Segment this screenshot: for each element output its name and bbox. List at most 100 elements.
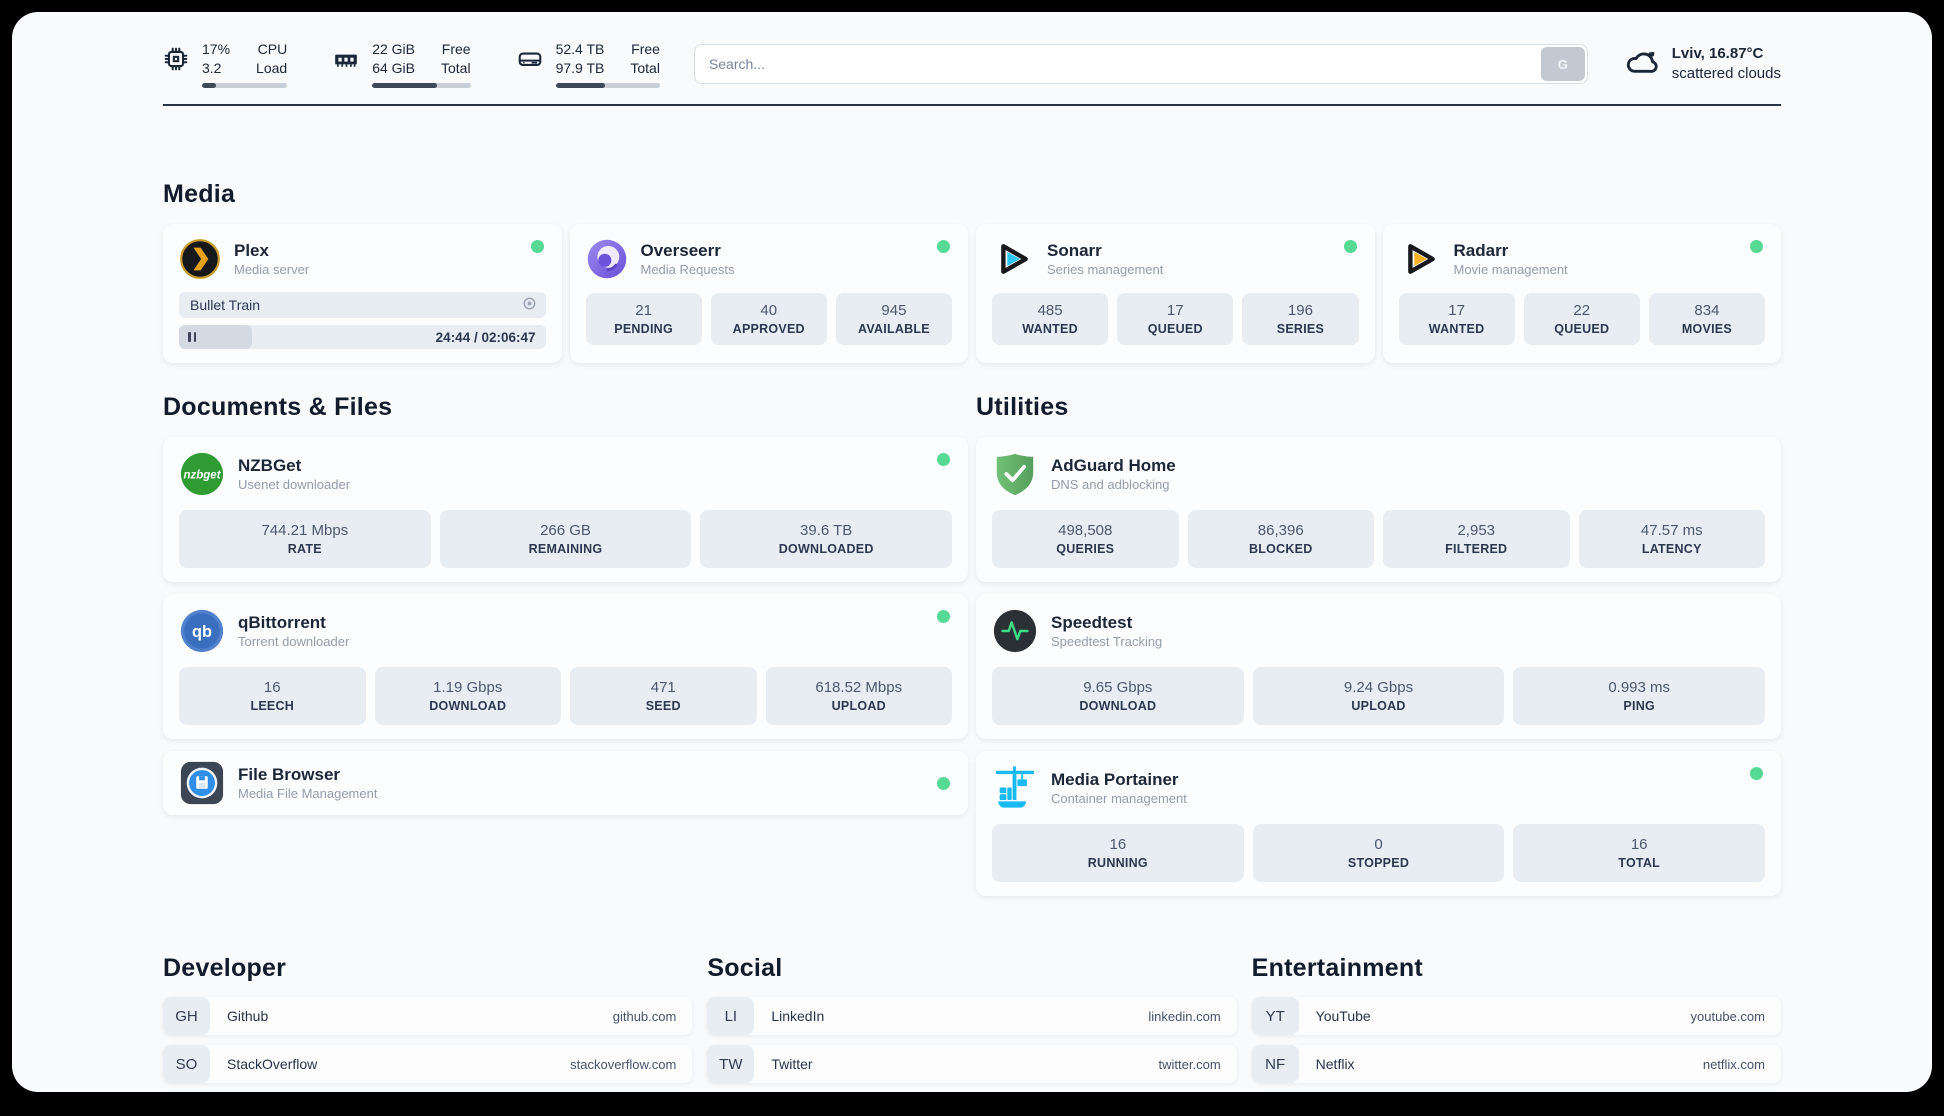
stat-pill: 618.52 Mbps UPLOAD: [765, 667, 952, 725]
bookmark-abbr-badge: TW: [707, 1045, 755, 1083]
memory-free-label: Free: [441, 41, 471, 57]
storage-progress-track: [555, 83, 660, 88]
app-card-speedtest[interactable]: Speedtest Speedtest Tracking 9.65 Gbps D…: [976, 594, 1781, 739]
app-title: Radarr: [1453, 240, 1509, 260]
section-title-documents: Documents & Files: [163, 393, 393, 421]
stat-pill: 2,953 FILTERED: [1383, 510, 1570, 568]
disk-icon: [517, 40, 543, 72]
app-card-filebrowser[interactable]: File Browser Media File Management: [163, 751, 968, 815]
app-card-portainer[interactable]: Media Portainer Container management 16 …: [976, 751, 1781, 896]
stat-pill: 16 RUNNING: [992, 824, 1244, 882]
status-dot: [937, 240, 950, 253]
cpu-load-value: 3.2: [202, 60, 222, 76]
bookmark-twitter[interactable]: TW Twitter twitter.com: [707, 1045, 1237, 1083]
search-input[interactable]: [693, 44, 1588, 84]
cpu-icon: [163, 40, 189, 72]
search-engine-button[interactable]: G: [1540, 47, 1585, 81]
memory-total-value: 64 GiB: [372, 60, 415, 76]
cpu-usage-label: CPU: [257, 41, 288, 57]
storage-total-value: 97.9 TB: [555, 60, 605, 76]
filebrowser-icon: [179, 760, 225, 806]
bookmark-group-developer: Developer GH Github github.com SO StackO…: [163, 954, 693, 1092]
pause-icon[interactable]: [188, 332, 196, 342]
app-title: Speedtest: [1051, 612, 1133, 632]
section-title-social: Social: [707, 954, 783, 982]
playback-progress-bar[interactable]: 24:44 / 02:06:47: [179, 325, 546, 349]
app-subtitle: Media File Management: [238, 785, 378, 801]
memory-progress-fill: [372, 83, 438, 88]
memory-progress-track: [372, 83, 471, 88]
bookmark-youtube[interactable]: YT YouTube youtube.com: [1251, 997, 1781, 1035]
cloud-icon: [1624, 44, 1660, 85]
bookmark-github[interactable]: GH Github github.com: [163, 997, 693, 1035]
app-card-adguard[interactable]: AdGuard Home DNS and adblocking 498,508 …: [976, 437, 1781, 582]
disc-icon[interactable]: [522, 296, 537, 314]
speedtest-icon: [992, 608, 1038, 654]
status-dot: [937, 776, 950, 790]
storage-free-value: 52.4 TB: [555, 41, 605, 57]
now-playing-bar[interactable]: Bullet Train: [179, 292, 546, 318]
stat-pill: 39.6 TB DOWNLOADED: [700, 510, 953, 568]
header-divider: [163, 104, 1781, 106]
app-card-qbittorrent[interactable]: qb qBittorrent Torrent downloader 16 LEE…: [163, 594, 968, 739]
media-card-row: Plex Media server Bullet Train 24:44 / 0…: [163, 224, 1781, 363]
app-subtitle: Container management: [1051, 790, 1187, 806]
stat-pill: 40 APPROVED: [710, 293, 827, 345]
app-title: AdGuard Home: [1051, 455, 1176, 475]
radarr-icon: [1399, 238, 1441, 280]
bookmark-netflix[interactable]: NF Netflix netflix.com: [1251, 1045, 1781, 1083]
section-title-developer: Developer: [163, 954, 287, 982]
app-subtitle: DNS and adblocking: [1051, 476, 1170, 492]
app-title: NZBGet: [238, 455, 302, 475]
app-subtitle: Usenet downloader: [238, 476, 351, 492]
stat-pill: 16 LEECH: [179, 667, 366, 725]
stat-pill: 17 WANTED: [1398, 293, 1515, 345]
stat-pill: 17 QUEUED: [1117, 293, 1234, 345]
cpu-progress-fill: [202, 83, 217, 88]
bookmark-abbr-badge: NF: [1251, 1045, 1299, 1083]
stat-pill: 471 SEED: [570, 667, 757, 725]
bookmark-abbr-badge: SO: [163, 1045, 210, 1083]
status-dot: [530, 240, 544, 253]
memory-stat: 22 GiB 64 GiB Free Total: [333, 40, 471, 88]
app-card-plex[interactable]: Plex Media server Bullet Train 24:44 / 0…: [163, 224, 562, 363]
stat-pill: 47.57 ms LATENCY: [1578, 510, 1765, 568]
playback-progress-fill: [179, 325, 253, 349]
app-subtitle: Media server: [234, 261, 310, 277]
app-subtitle: Speedtest Tracking: [1051, 633, 1163, 649]
stat-pill: 485 WANTED: [992, 293, 1109, 345]
bookmark-abbr-badge: GH: [163, 997, 210, 1035]
now-playing-title: Bullet Train: [190, 297, 261, 313]
status-dot: [937, 610, 950, 623]
stat-pill: 86,396 BLOCKED: [1187, 510, 1374, 568]
app-card-nzbget[interactable]: nzbget NZBGet Usenet downloader 744.21 M…: [163, 437, 968, 582]
app-card-radarr[interactable]: Radarr Movie management 17 WANTED 22 QUE…: [1382, 224, 1781, 363]
app-card-overseerr[interactable]: Overseerr Media Requests 21 PENDING 40 A…: [569, 224, 968, 363]
stat-pill: 0.993 ms PING: [1513, 667, 1766, 725]
memory-free-value: 22 GiB: [372, 41, 415, 57]
weather-location-temp: Lviv, 16.87°C: [1671, 45, 1764, 62]
storage-free-label: Free: [631, 41, 660, 57]
section-title-entertainment: Entertainment: [1251, 954, 1423, 982]
stat-pill: 834 MOVIES: [1648, 293, 1766, 345]
portainer-icon: [992, 765, 1038, 811]
bookmark-stackoverflow[interactable]: SO StackOverflow stackoverflow.com: [163, 1045, 693, 1083]
bookmark-linkedin[interactable]: LI LinkedIn linkedin.com: [707, 997, 1237, 1035]
qbittorrent-icon: qb: [179, 608, 225, 654]
stat-pill: 945 AVAILABLE: [835, 293, 953, 345]
svg-text:nzbget: nzbget: [183, 469, 221, 481]
cpu-load-label: Load: [256, 60, 288, 76]
playback-time: 24:44 / 02:06:47: [435, 329, 536, 345]
overseerr-icon: [586, 238, 628, 280]
storage-stat: 52.4 TB 97.9 TB Free Total: [517, 40, 660, 88]
bookmark-group-social: Social LI LinkedIn linkedin.com TW Twitt…: [707, 954, 1237, 1092]
stat-pill: 16 TOTAL: [1513, 824, 1766, 882]
app-card-sonarr[interactable]: Sonarr Series management 485 WANTED 17 Q…: [976, 224, 1375, 363]
stat-pill: 9.65 Gbps DOWNLOAD: [992, 667, 1244, 725]
section-title-utilities: Utilities: [976, 393, 1069, 421]
plex-icon: [179, 238, 221, 280]
weather-widget: Lviv, 16.87°C scattered clouds: [1624, 44, 1781, 85]
app-title: qBittorrent: [238, 612, 326, 632]
top-bar: 17% 3.2 CPU Load 22 GiB 64 GiB Free Tota…: [163, 12, 1781, 88]
stat-pill: 266 GB REMAINING: [439, 510, 692, 568]
